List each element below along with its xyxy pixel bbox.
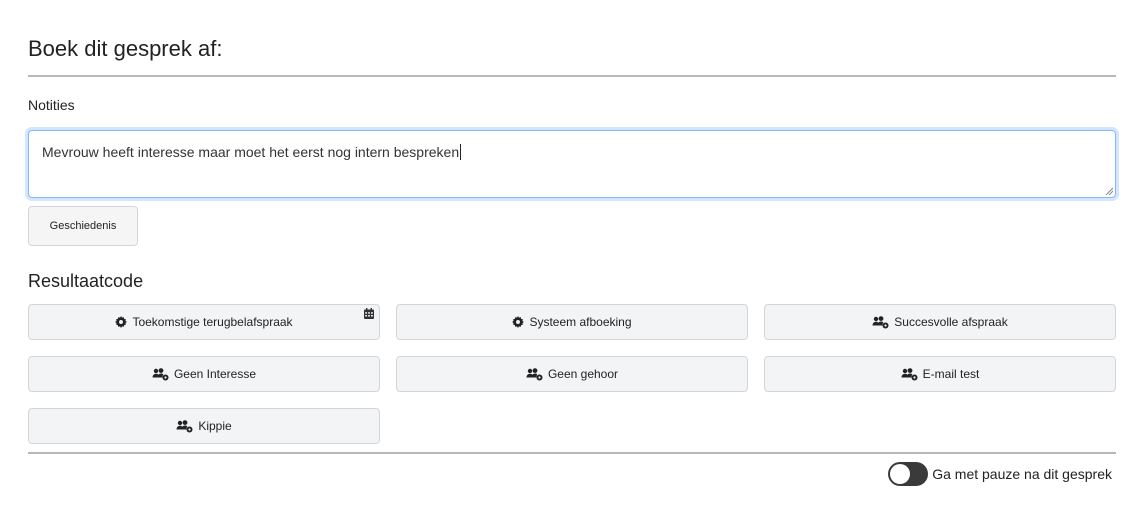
result-button-label: Systeem afboeking (529, 315, 632, 329)
result-button-e-mail-test[interactable]: E-mail test (764, 356, 1116, 392)
pause-toggle-switch[interactable] (888, 462, 929, 486)
users-gear-icon (872, 315, 889, 329)
result-button-label: Geen gehoor (547, 367, 619, 381)
booking-modal: Boek dit gesprek af: Notities Mevrouw he… (0, 0, 1143, 514)
history-button[interactable]: Geschiedenis (28, 206, 138, 246)
result-button-kippie[interactable]: Kippie (28, 408, 380, 444)
users-gear-icon (901, 367, 918, 381)
toggle-knob (890, 464, 911, 484)
result-button-geen-interesse[interactable]: Geen Interesse (28, 356, 380, 392)
result-button-geen-gehoor[interactable]: Geen gehoor (396, 356, 748, 392)
users-gear-icon (152, 367, 169, 381)
modal-title: Boek dit gesprek af: (28, 36, 223, 61)
result-button-label: E-mail test (922, 367, 980, 381)
resize-grip-icon[interactable] (1105, 187, 1113, 195)
result-button-label: Toekomstige terugbelafspraak (132, 315, 293, 329)
notes-text-wrapper: Mevrouw heeft interesse maar moet het ee… (42, 144, 462, 160)
result-button-label: Succesvolle afspraak (894, 315, 1008, 329)
users-gear-icon (176, 419, 193, 433)
calendar-icon (364, 308, 374, 322)
gear-icon (512, 316, 525, 328)
pause-toggle-label[interactable]: Ga met pauze na dit gesprek (932, 466, 1112, 482)
text-caret (460, 144, 462, 160)
header-divider (28, 75, 1116, 77)
result-button-label: Geen Interesse (173, 367, 257, 381)
gear-icon (115, 316, 128, 328)
result-button-toekomstige-terugbelafspraak[interactable]: Toekomstige terugbelafspraak (28, 304, 380, 340)
result-button-label: Kippie (198, 419, 232, 433)
result-button-succesvolle-afspraak[interactable]: Succesvolle afspraak (764, 304, 1116, 340)
notes-textarea[interactable]: Mevrouw heeft interesse maar moet het ee… (28, 130, 1116, 198)
users-gear-icon (526, 367, 543, 381)
footer-divider (28, 452, 1116, 454)
result-button-systeem-afboeking[interactable]: Systeem afboeking (396, 304, 748, 340)
pause-toggle-row: Ga met pauze na dit gesprek (888, 462, 1112, 486)
notes-value: Mevrouw heeft interesse maar moet het ee… (42, 144, 460, 160)
notes-label: Notities (28, 97, 75, 113)
result-code-title: Resultaatcode (28, 271, 144, 291)
